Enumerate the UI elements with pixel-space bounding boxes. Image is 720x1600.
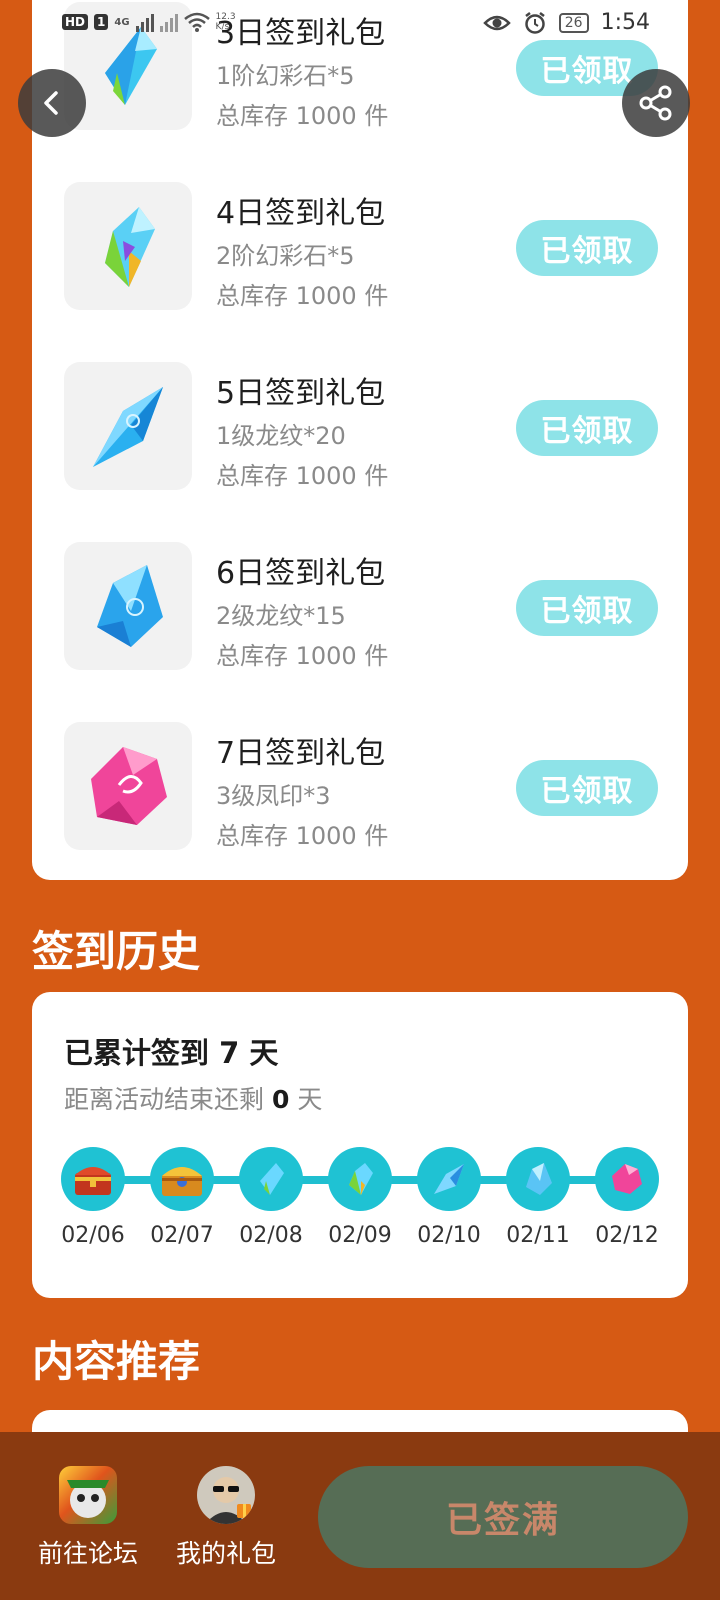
gem-rainbow-icon xyxy=(105,207,155,287)
gift-list-card: 3日签到礼包 1阶幻彩石*5 总库存 1000 件 已领取 4日签到礼包 2阶幻… xyxy=(32,0,688,880)
claimed-button[interactable]: 已领取 xyxy=(516,400,658,456)
timeline-date: 02/08 xyxy=(239,1223,303,1248)
timeline-node: 02/06 xyxy=(60,1147,126,1248)
status-bar: HD 1 4G 12.3 K/s 26 1:54 xyxy=(0,0,720,50)
status-right: 26 1:54 xyxy=(482,10,650,35)
gift-title: 5日签到礼包 xyxy=(216,376,386,411)
gift-stock: 总库存 1000 件 xyxy=(216,462,389,490)
status-left: HD 1 4G 12.3 K/s xyxy=(62,12,236,32)
gem-rainbow-icon xyxy=(328,1147,392,1211)
timeline-date: 02/10 xyxy=(417,1223,481,1248)
remain-prefix: 距离活动结束还剩 xyxy=(64,1085,265,1114)
gift-stock: 总库存 1000 件 xyxy=(216,102,389,130)
bottom-bar: 前往论坛 我的礼包 已签满 xyxy=(0,1432,720,1600)
wifi-icon xyxy=(183,12,210,32)
gift-icon-box xyxy=(64,542,192,670)
gift-stock: 总库存 1000 件 xyxy=(216,642,389,670)
treasure-chest-icon xyxy=(61,1147,125,1211)
user-avatar-icon xyxy=(197,1466,255,1524)
net-speed: 12.3 K/s xyxy=(216,12,236,32)
total-prefix: 已累计签到 xyxy=(64,1036,210,1070)
gift-row: 4日签到礼包 2阶幻彩石*5 总库存 1000 件 已领取 xyxy=(32,182,688,310)
battery-indicator: 26 xyxy=(558,12,589,33)
timeline-node: 02/10 xyxy=(416,1147,482,1248)
history-section-title: 签到历史 xyxy=(32,927,201,976)
gift-icon-box xyxy=(64,722,192,850)
net-speed-unit: K/s xyxy=(215,22,230,32)
claimed-button[interactable]: 已领取 xyxy=(516,580,658,636)
hd-badge: HD xyxy=(62,14,89,30)
timeline-node: 02/11 xyxy=(505,1147,571,1248)
gift-item: 1阶幻彩石*5 xyxy=(216,62,355,90)
gift-row: 6日签到礼包 2级龙纹*15 总库存 1000 件 已领取 xyxy=(32,542,688,670)
gift-title: 4日签到礼包 xyxy=(216,196,386,231)
timeline-node: 02/08 xyxy=(238,1147,304,1248)
timeline-node: 02/12 xyxy=(594,1147,660,1248)
share-icon xyxy=(639,85,672,121)
clock: 1:54 xyxy=(600,10,650,35)
signin-history-card: 已累计签到 7 天 距离活动结束还剩 0 天 02/06 02/07 02/08… xyxy=(32,992,688,1298)
my-gifts-button[interactable]: 我的礼包 xyxy=(166,1466,286,1570)
gift-icon-box xyxy=(64,362,192,490)
remain-suffix: 天 xyxy=(297,1085,323,1114)
chevron-left-icon xyxy=(44,91,58,115)
gift-stock: 总库存 1000 件 xyxy=(216,282,389,310)
gift-stock: 总库存 1000 件 xyxy=(216,822,389,850)
gift-item: 2级龙纹*15 xyxy=(216,602,346,630)
total-signin-count: 已累计签到 7 天 xyxy=(64,1030,278,1072)
alarm-icon xyxy=(525,11,545,34)
timeline-date: 02/09 xyxy=(328,1223,392,1248)
signed-full-button[interactable]: 已签满 xyxy=(318,1466,688,1568)
timeline-date: 02/07 xyxy=(150,1223,214,1248)
network-type: 4G xyxy=(114,16,130,28)
gift-title: 6日签到礼包 xyxy=(216,556,386,591)
my-gifts-label: 我的礼包 xyxy=(175,1539,276,1568)
dragon-crystal-icon xyxy=(417,1147,481,1211)
eye-icon xyxy=(482,15,511,30)
gift-title: 7日签到礼包 xyxy=(216,736,386,771)
remain-days: 0 xyxy=(271,1085,290,1114)
forum-button[interactable]: 前往论坛 xyxy=(28,1466,148,1570)
timeline-node: 02/07 xyxy=(149,1147,215,1248)
gold-chest-icon xyxy=(150,1147,214,1211)
gift-row: 7日签到礼包 3级凤印*3 总库存 1000 件 已领取 xyxy=(32,722,688,850)
net-speed-value: 12.3 xyxy=(215,12,236,22)
timeline-date: 02/06 xyxy=(61,1223,125,1248)
phoenix-gem-icon xyxy=(91,747,167,825)
gift-item: 3级凤印*3 xyxy=(216,782,331,810)
gift-icon-box xyxy=(64,182,192,310)
phoenix-gem-icon xyxy=(595,1147,659,1211)
game-avatar-icon xyxy=(59,1466,117,1524)
total-days: 7 xyxy=(219,1036,240,1070)
claimed-button[interactable]: 已领取 xyxy=(516,760,658,816)
timeline-date: 02/12 xyxy=(595,1223,659,1248)
total-suffix: 天 xyxy=(249,1036,279,1070)
signal-icon xyxy=(135,12,154,32)
forum-label: 前往论坛 xyxy=(37,1539,138,1568)
dragon-crystal-icon xyxy=(93,387,163,467)
signal-2-icon xyxy=(159,12,178,32)
dragon-crystal-icon xyxy=(506,1147,570,1211)
back-button[interactable] xyxy=(18,69,86,137)
gift-item: 2阶幻彩石*5 xyxy=(216,242,355,270)
dragon-crystal-icon xyxy=(97,565,163,647)
timeline-date: 02/11 xyxy=(506,1223,570,1248)
claimed-button[interactable]: 已领取 xyxy=(516,220,658,276)
sim-badge: 1 xyxy=(94,14,109,30)
timeline-node: 02/09 xyxy=(327,1147,393,1248)
remaining-days: 距离活动结束还剩 0 天 xyxy=(64,1080,322,1116)
gift-item: 1级龙纹*20 xyxy=(216,422,346,450)
share-button[interactable] xyxy=(622,69,690,137)
gift-row: 5日签到礼包 1级龙纹*20 总库存 1000 件 已领取 xyxy=(32,362,688,490)
recommend-section-title: 内容推荐 xyxy=(32,1337,201,1386)
gem-rainbow-icon xyxy=(239,1147,303,1211)
